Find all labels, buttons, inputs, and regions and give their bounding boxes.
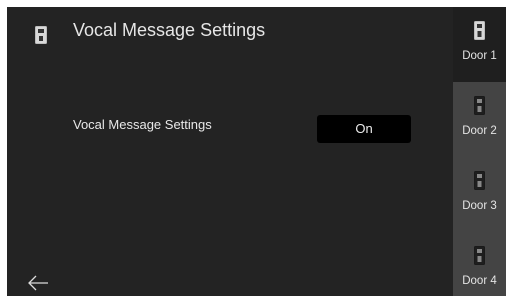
settings-screen: Vocal Message Settings Vocal Message Set… [7, 7, 506, 296]
door-station-icon [35, 26, 47, 44]
back-arrow-icon[interactable] [27, 275, 49, 291]
page-title: Vocal Message Settings [73, 20, 266, 40]
sidebar-item-door-2[interactable]: Door 2 [453, 82, 506, 157]
door-station-icon [474, 21, 485, 40]
sidebar-item-label: Door 1 [462, 50, 497, 62]
door-station-icon [474, 246, 485, 265]
sidebar-item-label: Door 3 [462, 200, 497, 212]
door-station-icon [474, 96, 485, 115]
sidebar-item-door-4[interactable]: Door 4 [453, 232, 506, 296]
sidebar-item-door-3[interactable]: Door 3 [453, 157, 506, 232]
door-sidebar: Door 1 Door 2 Door 3 Door 4 [453, 7, 506, 296]
vocal-message-setting-label: Vocal Message Settings [73, 117, 212, 132]
door-station-icon [474, 171, 485, 190]
sidebar-item-label: Door 2 [462, 125, 497, 137]
sidebar-item-door-1[interactable]: Door 1 [453, 7, 506, 82]
sidebar-item-label: Door 4 [462, 275, 497, 287]
vocal-message-toggle-button[interactable]: On [317, 115, 411, 143]
